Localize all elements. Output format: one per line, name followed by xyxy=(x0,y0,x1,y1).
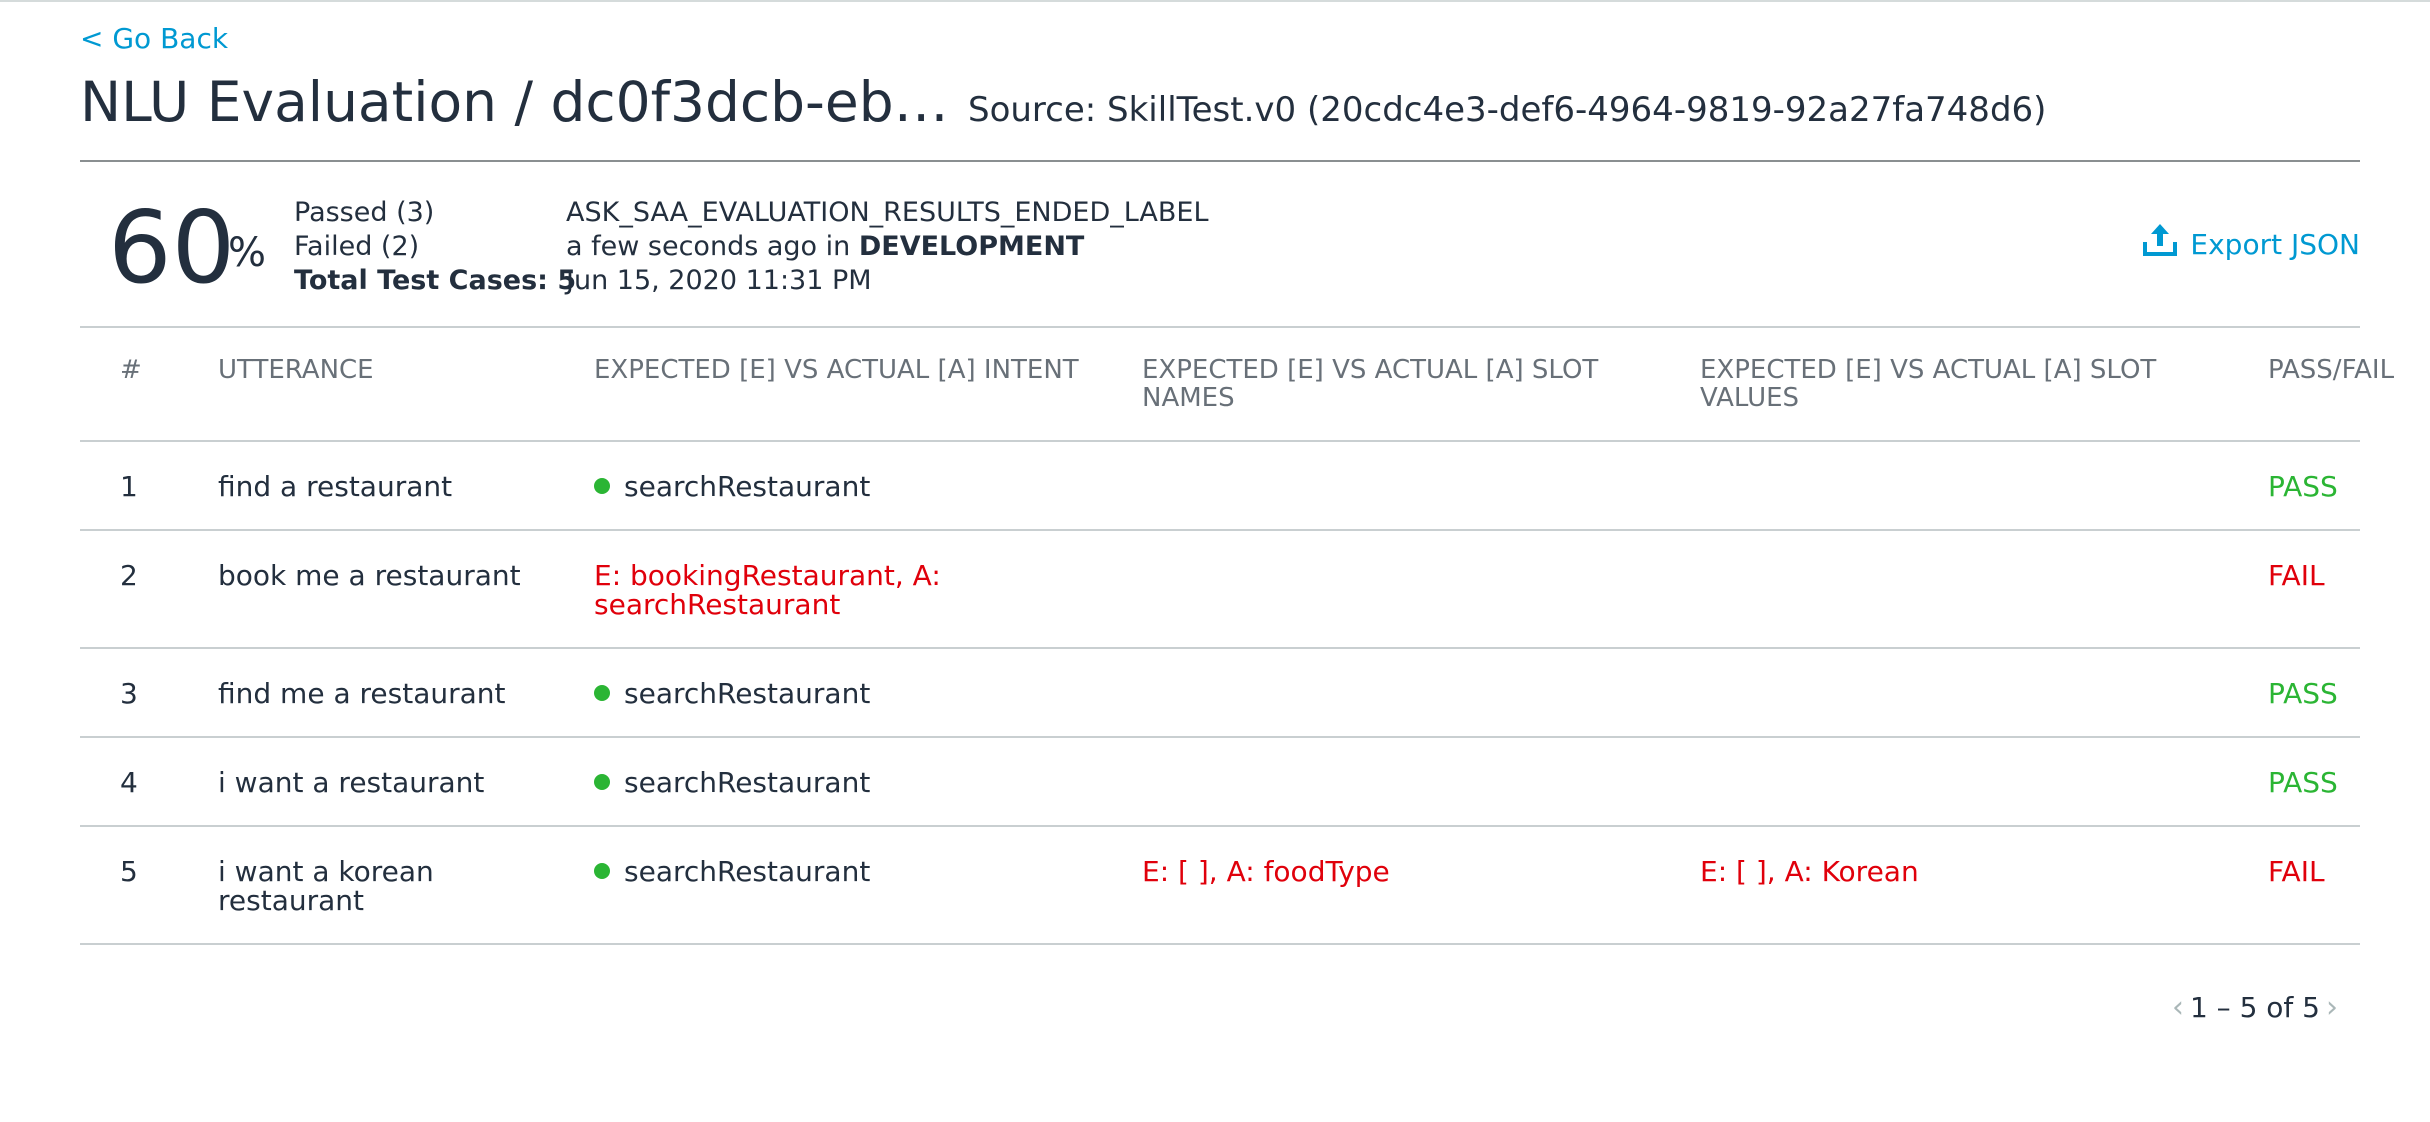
evaluation-summary: 60 % Passed (3) Failed (2) Total Test Ca… xyxy=(80,162,2360,328)
table-header-row: # UTTERANCE EXPECTED [E] VS ACTUAL [A] I… xyxy=(80,326,2394,442)
table-row: 3 find me a restaurant searchRestaurant … xyxy=(80,648,2360,738)
check-icon xyxy=(594,863,610,879)
row-number: 4 xyxy=(80,737,218,827)
page-title: NLU Evaluation / dc0f3dcb-eb… xyxy=(80,70,949,134)
table-row: 2 book me a restaurant E: bookingRestaur… xyxy=(80,530,2360,649)
export-json-label: Export JSON xyxy=(2190,228,2360,261)
percent-sign: % xyxy=(228,230,267,276)
export-json-button[interactable]: Export JSON xyxy=(2140,222,2360,267)
row-utterance: find a restaurant xyxy=(218,441,594,531)
passed-count: Passed (3) xyxy=(294,197,435,228)
header-slot-names: EXPECTED [E] VS ACTUAL [A] SLOT NAMES xyxy=(1142,326,1700,442)
status-label: ASK_SAA_EVALUATION_RESULTS_ENDED_LABEL xyxy=(566,197,1209,228)
results-table: # UTTERANCE EXPECTED [E] VS ACTUAL [A] I… xyxy=(80,326,2394,945)
row-result: PASS xyxy=(2268,737,2360,827)
stage-label: DEVELOPMENT xyxy=(858,231,1085,262)
row-intent: searchRestaurant xyxy=(594,441,1142,531)
export-icon xyxy=(2140,222,2190,267)
pagination-label: 1 – 5 of 5 xyxy=(2189,991,2320,1024)
intent-text: searchRestaurant xyxy=(624,855,871,888)
row-number: 2 xyxy=(80,530,218,649)
run-time-prefix: a few seconds ago in xyxy=(566,231,859,262)
header-number: # xyxy=(80,326,218,442)
row-utterance: i want a restaurant xyxy=(218,737,594,827)
top-border xyxy=(0,0,2430,2)
row-number: 5 xyxy=(80,826,218,945)
row-result: FAIL xyxy=(2268,826,2360,945)
row-slot-names xyxy=(1142,530,1700,649)
go-back-link[interactable]: < Go Back xyxy=(80,22,228,55)
run-date: Jun 15, 2020 11:31 PM xyxy=(566,265,872,296)
row-intent: E: bookingRestaurant, A: searchRestauran… xyxy=(594,530,1142,649)
row-intent: searchRestaurant xyxy=(594,826,1142,945)
page-header: NLU Evaluation / dc0f3dcb-eb… Source: Sk… xyxy=(80,70,2360,162)
header-utterance: UTTERANCE xyxy=(218,326,594,442)
pass-percentage: 60 xyxy=(108,189,236,306)
row-number: 1 xyxy=(80,441,218,531)
chevron-left-icon[interactable]: ‹ xyxy=(2172,990,2184,1025)
check-icon xyxy=(594,774,610,790)
row-slot-values: E: [ ], A: Korean xyxy=(1700,826,2268,945)
evaluation-meta: ASK_SAA_EVALUATION_RESULTS_ENDED_LABEL a… xyxy=(566,196,1209,298)
row-result: FAIL xyxy=(2268,530,2360,649)
row-utterance: find me a restaurant xyxy=(218,648,594,738)
table-row: 5 i want a korean restaurant searchResta… xyxy=(80,826,2360,945)
row-utterance: book me a restaurant xyxy=(218,530,594,649)
intent-text: searchRestaurant xyxy=(624,766,871,799)
row-result: PASS xyxy=(2268,441,2360,531)
row-intent: searchRestaurant xyxy=(594,648,1142,738)
row-slot-values xyxy=(1700,530,2268,649)
row-number: 3 xyxy=(80,648,218,738)
row-utterance: i want a korean restaurant xyxy=(218,826,594,945)
header-pass-fail: PASS/FAIL xyxy=(2268,326,2394,442)
result-counts: Passed (3) Failed (2) Total Test Cases: … xyxy=(294,196,576,298)
source-label: Source: SkillTest.v0 (20cdc4e3-def6-4964… xyxy=(968,90,2047,130)
run-time: a few seconds ago in DEVELOPMENT xyxy=(566,230,1209,264)
row-slot-names xyxy=(1142,737,1700,827)
row-slot-names: E: [ ], A: foodType xyxy=(1142,826,1700,945)
table-row: 1 find a restaurant searchRestaurant PAS… xyxy=(80,441,2360,531)
row-slot-names xyxy=(1142,441,1700,531)
row-slot-values xyxy=(1700,737,2268,827)
intent-text: searchRestaurant xyxy=(624,470,871,503)
row-slot-values xyxy=(1700,441,2268,531)
failed-count: Failed (2) xyxy=(294,231,420,262)
row-intent: searchRestaurant xyxy=(594,737,1142,827)
table-row: 4 i want a restaurant searchRestaurant P… xyxy=(80,737,2360,827)
row-slot-names xyxy=(1142,648,1700,738)
total-count: Total Test Cases: 5 xyxy=(294,265,577,296)
row-result: PASS xyxy=(2268,648,2360,738)
row-slot-values xyxy=(1700,648,2268,738)
check-icon xyxy=(594,478,610,494)
header-intent: EXPECTED [E] VS ACTUAL [A] INTENT xyxy=(594,326,1142,442)
header-slot-values: EXPECTED [E] VS ACTUAL [A] SLOT VALUES xyxy=(1700,326,2268,442)
intent-text: searchRestaurant xyxy=(624,677,871,710)
pagination: ‹ 1 – 5 of 5 › xyxy=(2172,990,2338,1025)
check-icon xyxy=(594,685,610,701)
chevron-right-icon[interactable]: › xyxy=(2326,990,2338,1025)
